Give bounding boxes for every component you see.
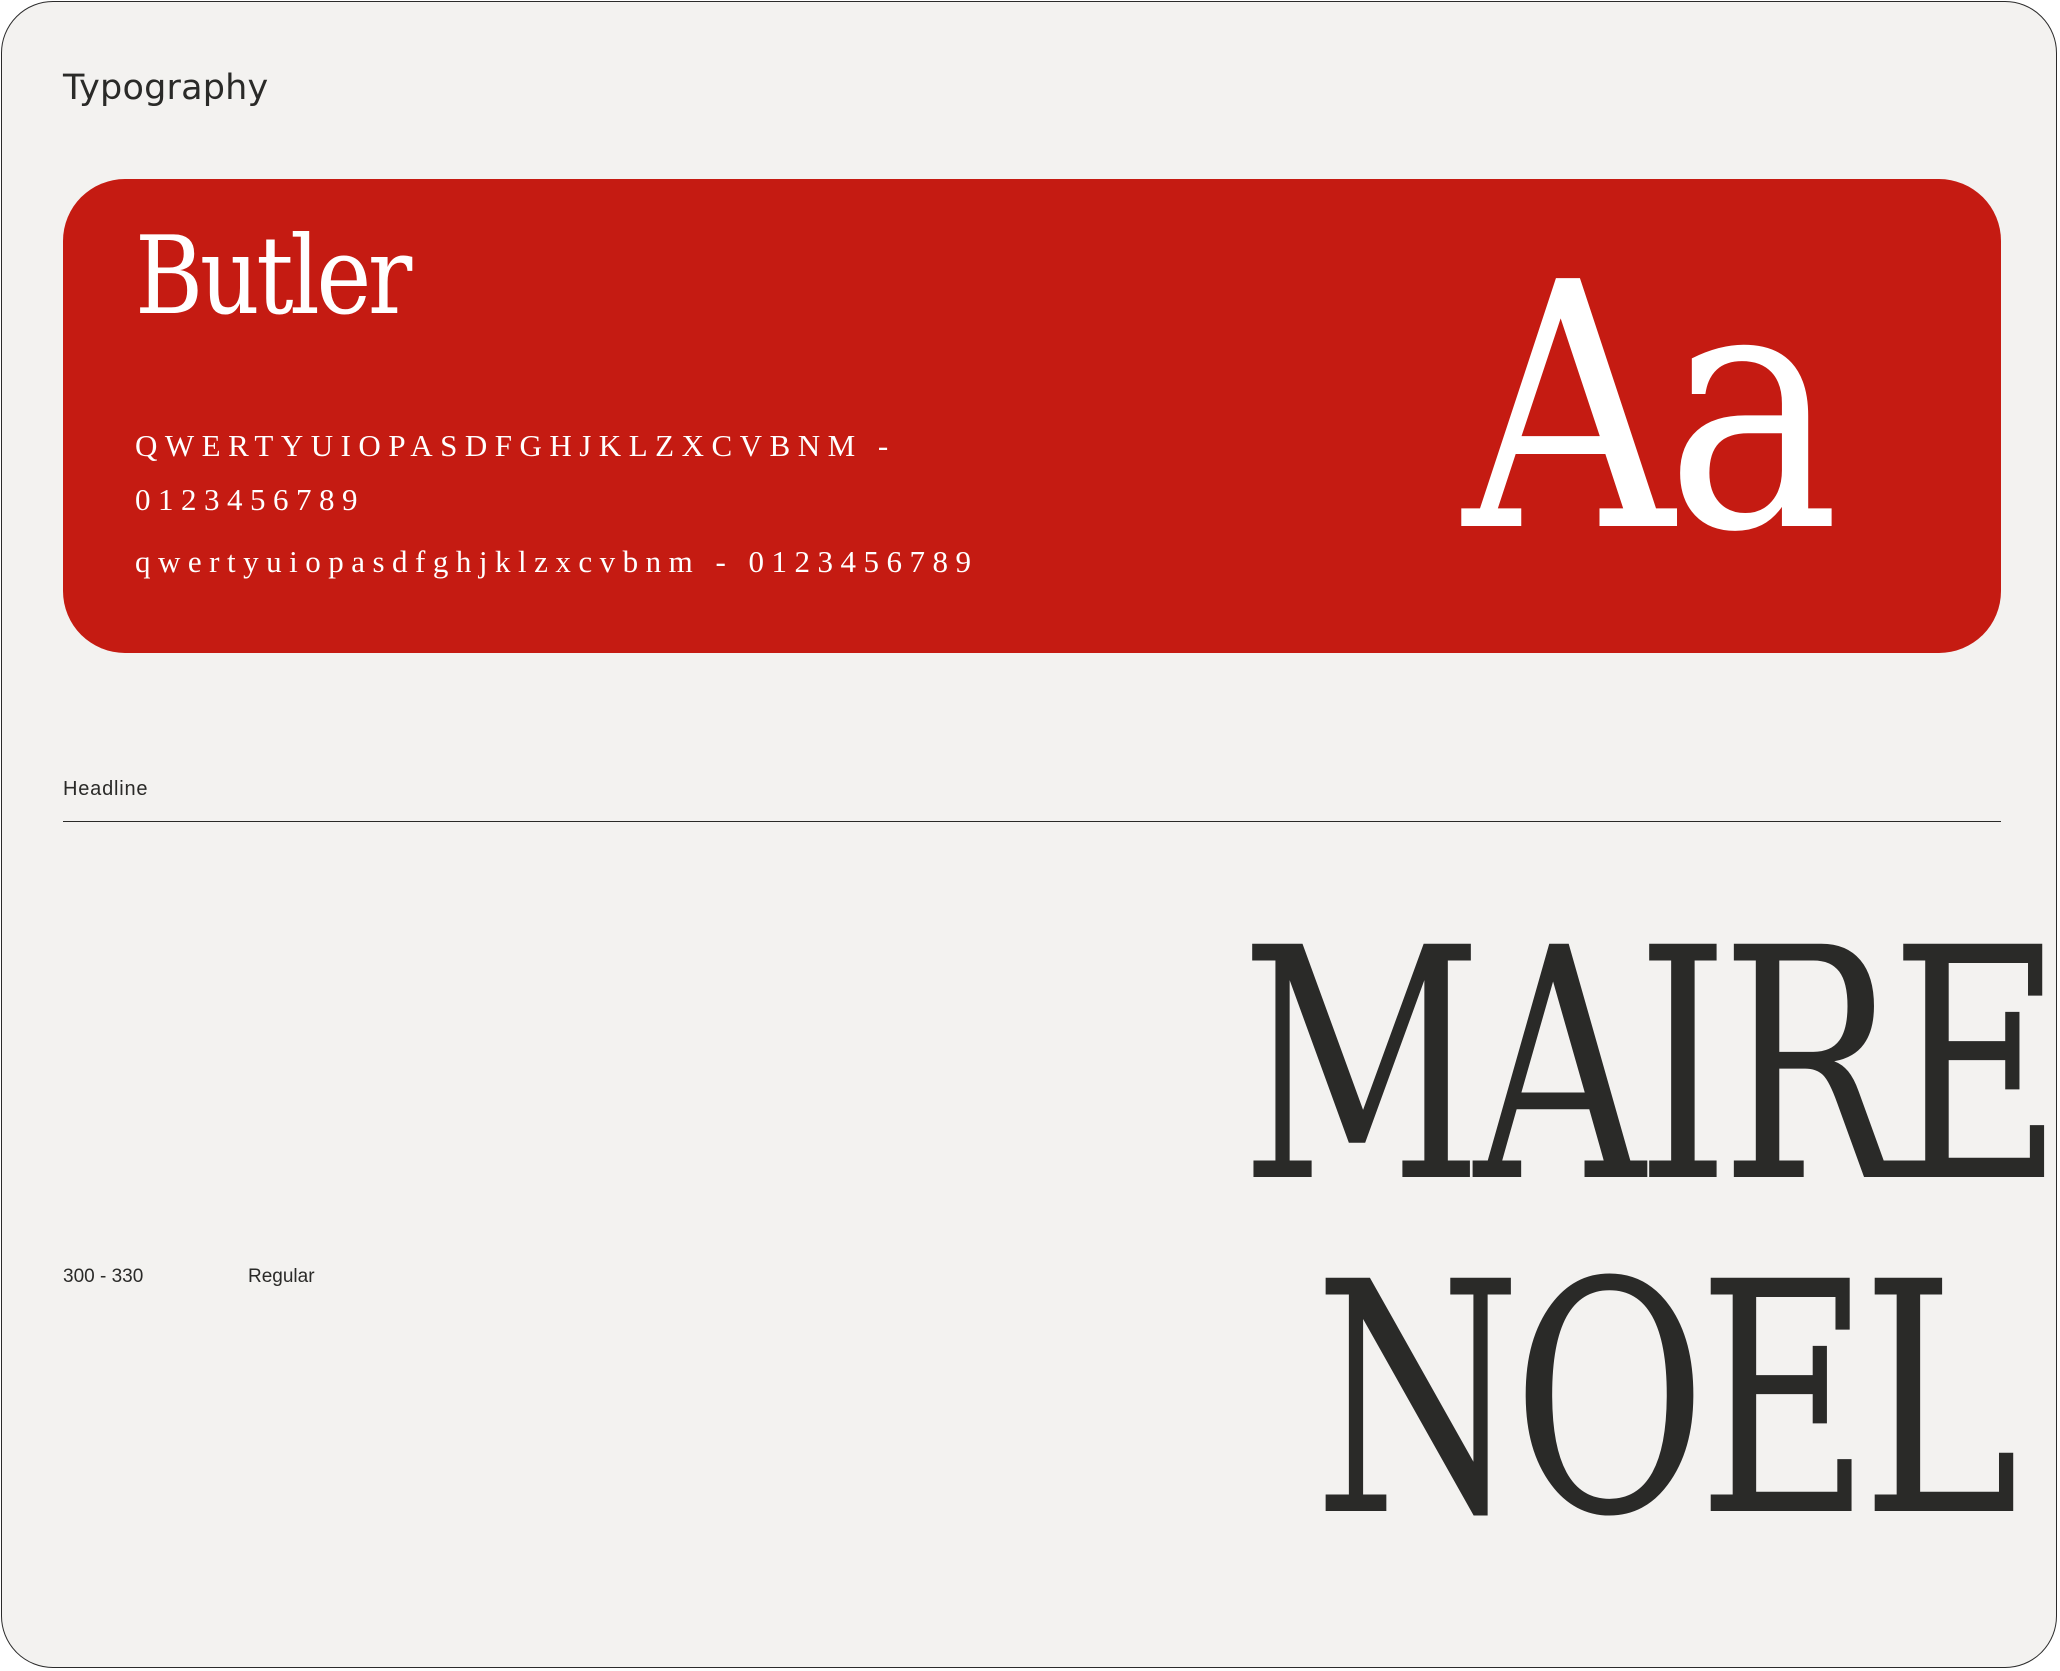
font-card: Butler QWERTYUIOPASDFGHJKLZXCVBNM - 0123… (63, 179, 2001, 653)
uppercase-glyph-set: QWERTYUIOPASDFGHJKLZXCVBNM - 0123456789 (135, 428, 896, 517)
headline-sample-line-2: NOEL (1314, 1215, 2019, 1587)
font-name: Butler (135, 214, 412, 339)
headline-label: Headline (63, 778, 149, 800)
section-title: Typography (63, 68, 269, 108)
headline-sample: MAIRE NOEL (970, 881, 2056, 1587)
headline-sample-line-1: MAIRE (1240, 881, 2056, 1253)
divider (63, 821, 2001, 822)
font-weight: Regular (248, 1266, 315, 1287)
size-range: 300 - 330 (63, 1266, 144, 1287)
typography-panel: Typography Butler QWERTYUIOPASDFGHJKLZXC… (1, 1, 2057, 1668)
lowercase-glyph-set: qwertyuiopasdfghjklzxcvbnm - 0123456789 (135, 544, 979, 579)
font-specimen: Aa (1463, 211, 1840, 607)
